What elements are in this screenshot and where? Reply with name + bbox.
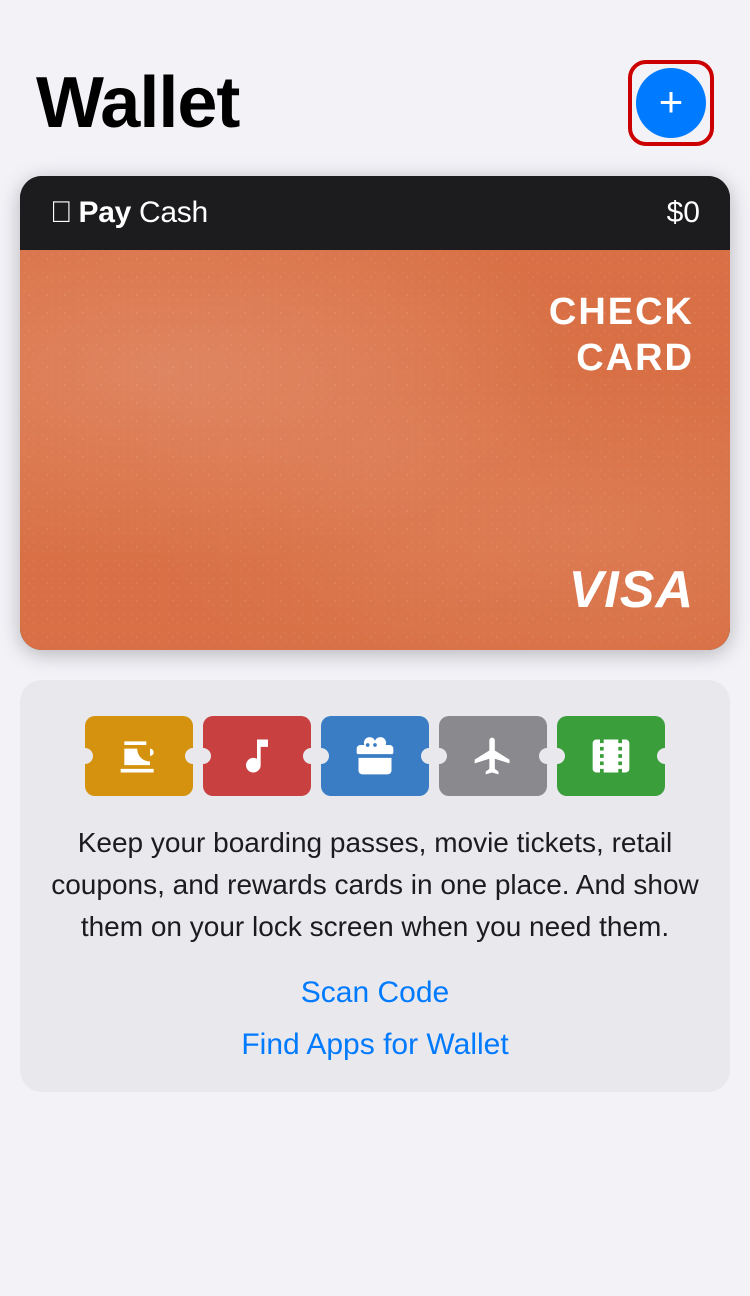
apple-pay-label: Pay Cash — [79, 196, 208, 230]
check-card-text: CHECK CARD — [549, 290, 694, 381]
flight-pass-icon — [439, 716, 547, 796]
find-apps-link[interactable]: Find Apps for Wallet — [50, 1028, 700, 1062]
coffee-icon — [117, 734, 161, 778]
passes-description: Keep your boarding passes, movie tickets… — [50, 822, 700, 948]
passes-section: Keep your boarding passes, movie tickets… — [20, 680, 730, 1092]
add-button-highlight: + — [628, 60, 714, 146]
visa-network: VISA — [569, 560, 694, 620]
gift-pass-icon — [321, 716, 429, 796]
music-icon — [235, 734, 279, 778]
balance-amount: $0 — [667, 196, 700, 230]
movie-pass-icon — [557, 716, 665, 796]
flight-icon — [471, 734, 515, 778]
gift-icon — [353, 734, 397, 778]
coffee-pass-icon — [85, 716, 193, 796]
movie-icon — [589, 734, 633, 778]
pass-icons-row — [50, 716, 700, 796]
apple-icon:  — [50, 198, 73, 228]
pay-bold: Pay — [79, 196, 131, 229]
scan-code-link[interactable]: Scan Code — [50, 976, 700, 1010]
page-header: Wallet + — [0, 0, 750, 166]
visa-card[interactable]: CHECK CARD VISA — [20, 250, 730, 650]
wallet-card-container[interactable]:  Pay Cash $0 CHECK CARD VISA — [20, 176, 730, 650]
apple-pay-logo:  Pay Cash — [50, 196, 208, 230]
plus-icon: + — [659, 81, 684, 123]
add-card-button[interactable]: + — [636, 68, 706, 138]
music-pass-icon — [203, 716, 311, 796]
apple-pay-header:  Pay Cash $0 — [20, 176, 730, 250]
page-title: Wallet — [36, 62, 239, 144]
